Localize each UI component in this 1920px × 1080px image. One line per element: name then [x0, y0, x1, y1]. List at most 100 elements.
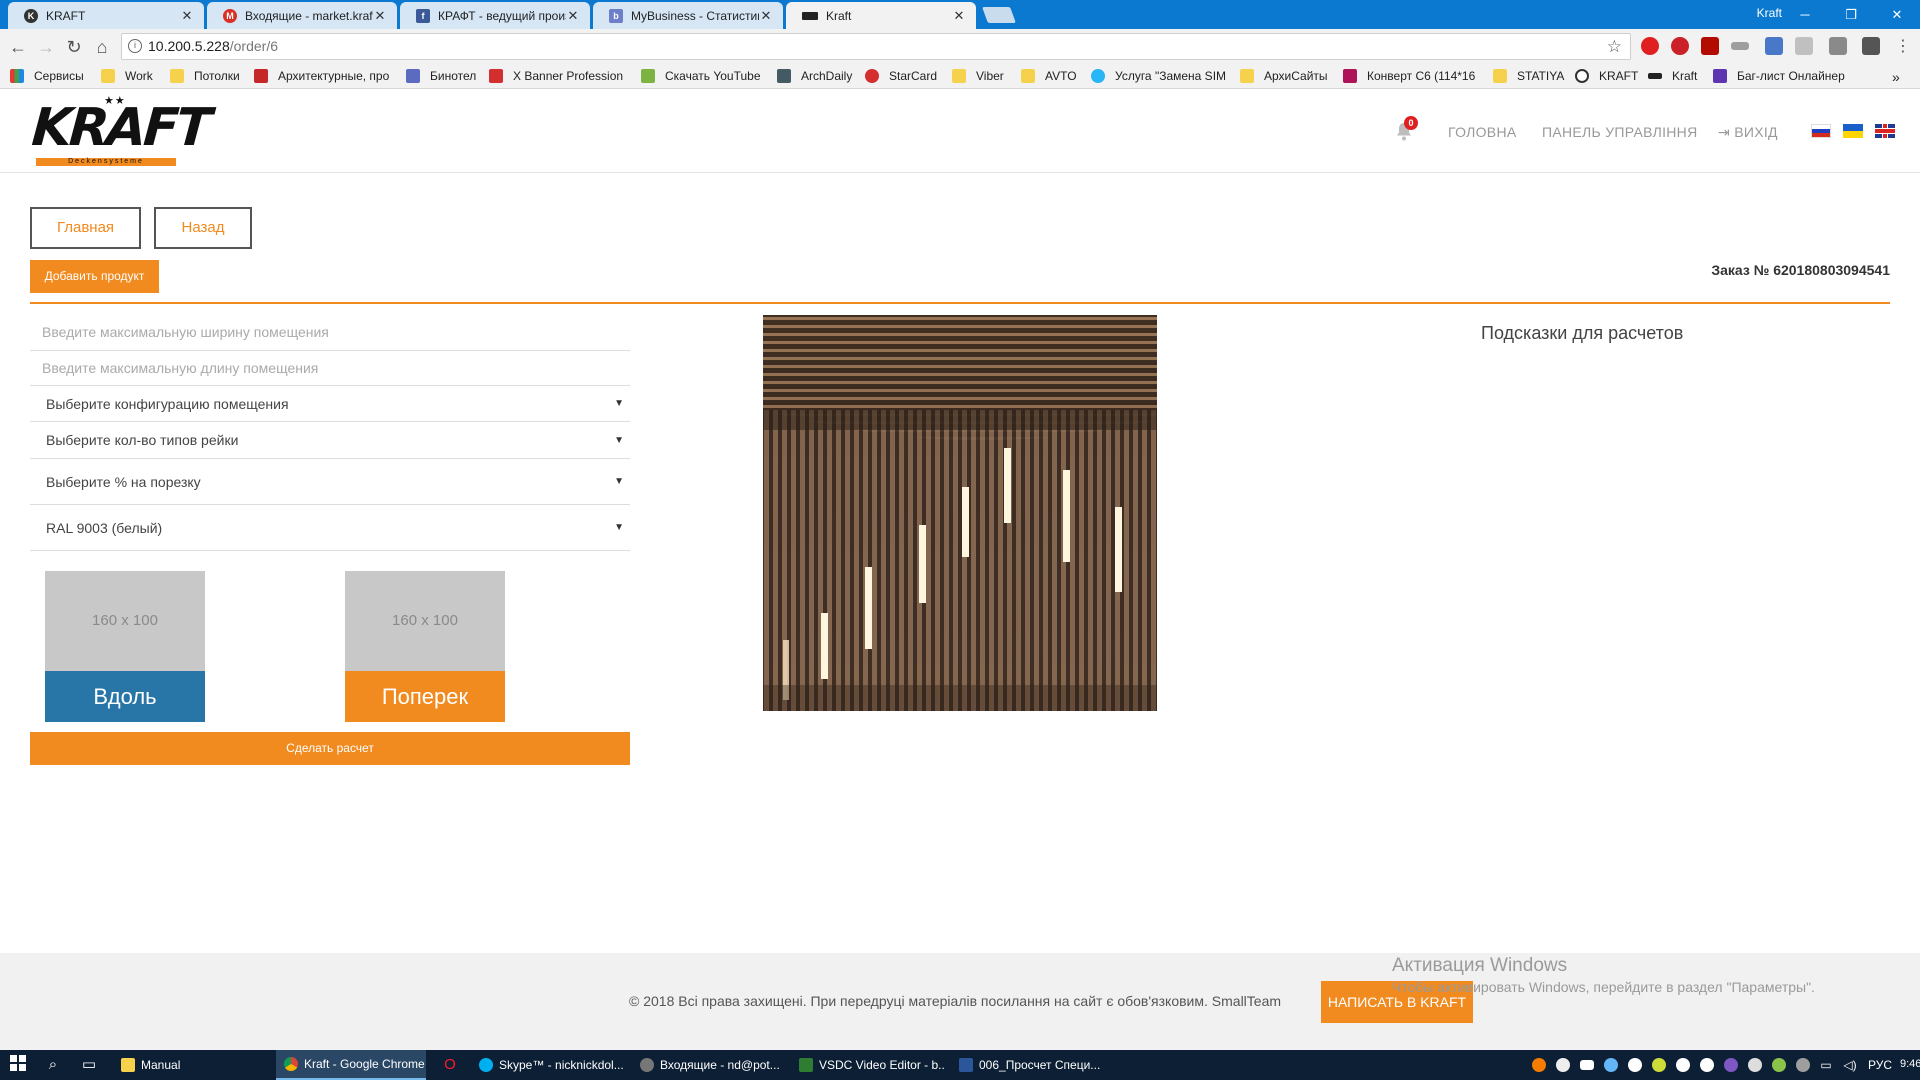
- volume-icon[interactable]: ◁): [1840, 1055, 1860, 1075]
- bookmark-folder[interactable]: Viber: [952, 69, 1004, 83]
- nav-home[interactable]: ГОЛОВНА: [1448, 124, 1517, 140]
- more-bookmarks-icon[interactable]: »: [1892, 69, 1900, 85]
- viber-icon[interactable]: [1724, 1058, 1738, 1072]
- flag-ru-icon[interactable]: [1811, 124, 1831, 138]
- add-product-button[interactable]: Добавить продукт: [30, 260, 159, 293]
- restore-icon[interactable]: ❐: [1828, 0, 1874, 29]
- task-view-icon[interactable]: ▭: [79, 1055, 99, 1075]
- flag-gb-icon[interactable]: [1875, 124, 1895, 138]
- bookmark-folder[interactable]: AVTO: [1021, 69, 1077, 83]
- nav-logout[interactable]: ⇥ ВИХІД: [1718, 124, 1778, 141]
- bookmark-star-icon[interactable]: ☆: [1607, 34, 1622, 59]
- tray-app-icon[interactable]: [1748, 1058, 1762, 1072]
- bookmark-item[interactable]: Услуга "Замена SIM: [1091, 69, 1226, 83]
- close-icon[interactable]: ✕: [180, 8, 194, 24]
- tray-app-icon[interactable]: [1604, 1058, 1618, 1072]
- bookmark-item[interactable]: Архитектурные, про: [254, 69, 389, 83]
- room-config-select[interactable]: Выберите конфигурацию помещения ▼: [30, 386, 630, 422]
- pinterest-icon[interactable]: [1671, 37, 1689, 55]
- across-button[interactable]: Поперек: [345, 671, 505, 722]
- rail-types-select[interactable]: Выберите кол-во типов рейки ▼: [30, 422, 630, 459]
- cloud-icon[interactable]: [1580, 1060, 1594, 1070]
- ahz-icon[interactable]: [1731, 42, 1749, 50]
- profile-name[interactable]: Kraft: [1757, 6, 1782, 20]
- bookmark-item[interactable]: Бинотел: [406, 69, 476, 83]
- close-icon[interactable]: ✕: [373, 8, 387, 24]
- reload-icon[interactable]: ↻: [63, 36, 85, 58]
- tab-title: Входящие - market.kraft: [245, 8, 373, 23]
- back-button[interactable]: Назад: [154, 207, 252, 249]
- network-icon[interactable]: ▭: [1816, 1055, 1836, 1075]
- clock[interactable]: 9:46: [1900, 1058, 1920, 1070]
- tab-gmail[interactable]: M Входящие - market.kraft ✕: [207, 2, 397, 29]
- forward-icon[interactable]: →: [35, 36, 57, 58]
- opera-icon[interactable]: O: [440, 1055, 460, 1075]
- color-select[interactable]: RAL 9003 (белый) ▼: [30, 505, 630, 551]
- pocket-icon[interactable]: [1862, 37, 1880, 55]
- tray-app-icon[interactable]: [1532, 1058, 1546, 1072]
- taskbar-app-word[interactable]: 006_Просчет Специ...: [951, 1050, 1106, 1080]
- taskbar-app-skype[interactable]: Skype™ - nicknickdol...: [471, 1050, 626, 1080]
- bookmark-item[interactable]: Баг-лист Онлайнер: [1713, 69, 1845, 83]
- address-bar[interactable]: i 10.200.5.228/order/6 ☆: [121, 33, 1631, 60]
- windows-start-icon[interactable]: [8, 1055, 28, 1075]
- flag-ua-icon[interactable]: [1843, 124, 1863, 138]
- tab-facebook[interactable]: f КРАФТ - ведущий произ ✕: [400, 2, 590, 29]
- calculate-button[interactable]: Сделать расчет: [30, 732, 630, 765]
- search-icon[interactable]: ⌕: [43, 1055, 63, 1075]
- room-width-input[interactable]: Введите максимальную ширину помещения: [30, 314, 630, 351]
- room-length-input[interactable]: Введите максимальную длину помещения: [30, 351, 630, 386]
- bookmark-item[interactable]: Kraft: [1648, 69, 1697, 83]
- language-indicator[interactable]: РУС: [1868, 1058, 1892, 1072]
- bookmark-apps[interactable]: Сервисы: [10, 69, 84, 83]
- tab-kraft-1[interactable]: K KRAFT ✕: [8, 2, 204, 29]
- tray-app-icon[interactable]: [1700, 1058, 1714, 1072]
- close-icon[interactable]: ✕: [566, 8, 580, 24]
- menu-icon[interactable]: ⋮: [1892, 36, 1914, 58]
- code-icon[interactable]: [1795, 37, 1813, 55]
- main-button[interactable]: Главная: [30, 207, 141, 249]
- bookmark-item[interactable]: KRAFT: [1575, 69, 1638, 83]
- bookmark-item[interactable]: Конверт С6 (114*16: [1343, 69, 1475, 83]
- bookmark-folder[interactable]: АрхиСайты: [1240, 69, 1328, 83]
- activation-subtitle: Чтобы активировать Windows, перейдите в …: [1392, 979, 1815, 995]
- taskbar-app-mail[interactable]: Входящие - nd@pot...: [632, 1050, 787, 1080]
- bookmark-item[interactable]: Скачать YouTube: [641, 69, 761, 83]
- pdf-icon[interactable]: [1701, 37, 1719, 55]
- tray-app-icon[interactable]: [1796, 1058, 1810, 1072]
- tray-app-icon[interactable]: [1772, 1058, 1786, 1072]
- minimize-icon[interactable]: ─: [1782, 0, 1828, 29]
- bookmark-item[interactable]: ArchDaily: [777, 69, 852, 83]
- across-preview-image: 160 x 100: [345, 571, 505, 671]
- taskbar-app-vsdc[interactable]: VSDC Video Editor - b...: [791, 1050, 946, 1080]
- nav-control-panel[interactable]: ПАНЕЛЬ УПРАВЛІННЯ: [1542, 124, 1698, 140]
- close-icon[interactable]: ✕: [952, 8, 966, 24]
- tab-mybusiness[interactable]: b MyBusiness - Статистика ✕: [593, 2, 783, 29]
- bookmark-item[interactable]: StarCard: [865, 69, 937, 83]
- bookmark-item[interactable]: X Banner Profession: [489, 69, 623, 83]
- tab-kraft-active[interactable]: Kraft ✕: [786, 2, 976, 29]
- bookmark-folder[interactable]: Work: [101, 69, 153, 83]
- along-button[interactable]: Вдоль: [45, 671, 205, 722]
- home-icon[interactable]: ⌂: [91, 36, 113, 58]
- mybusiness-favicon-icon: b: [609, 8, 623, 23]
- tray-app-icon[interactable]: [1652, 1058, 1666, 1072]
- info-icon[interactable]: i: [128, 39, 142, 53]
- info-tray-icon[interactable]: [1676, 1058, 1690, 1072]
- kraft-logo[interactable]: ★★ KRAFT Deckensysteme: [30, 94, 211, 166]
- close-window-icon[interactable]: ✕: [1874, 0, 1920, 29]
- back-icon[interactable]: ←: [7, 36, 29, 58]
- tray-app-icon[interactable]: [1628, 1058, 1642, 1072]
- bookmark-folder[interactable]: STATIYA: [1493, 69, 1564, 83]
- caret-down-icon: ▼: [614, 476, 624, 487]
- tray-app-icon[interactable]: [1556, 1058, 1570, 1072]
- taskbar-app-manual[interactable]: Manual: [113, 1050, 268, 1080]
- bookmark-folder[interactable]: Потолки: [170, 69, 240, 83]
- close-icon[interactable]: ✕: [759, 8, 773, 24]
- new-tab-button[interactable]: [982, 7, 1016, 23]
- extension-icon[interactable]: [1765, 37, 1783, 55]
- taskbar-app-chrome[interactable]: Kraft - Google Chrome: [276, 1050, 426, 1080]
- extension-icon[interactable]: [1829, 37, 1847, 55]
- adblock-icon[interactable]: [1641, 37, 1659, 55]
- cut-percent-select[interactable]: Выберите % на порезку ▼: [30, 459, 630, 505]
